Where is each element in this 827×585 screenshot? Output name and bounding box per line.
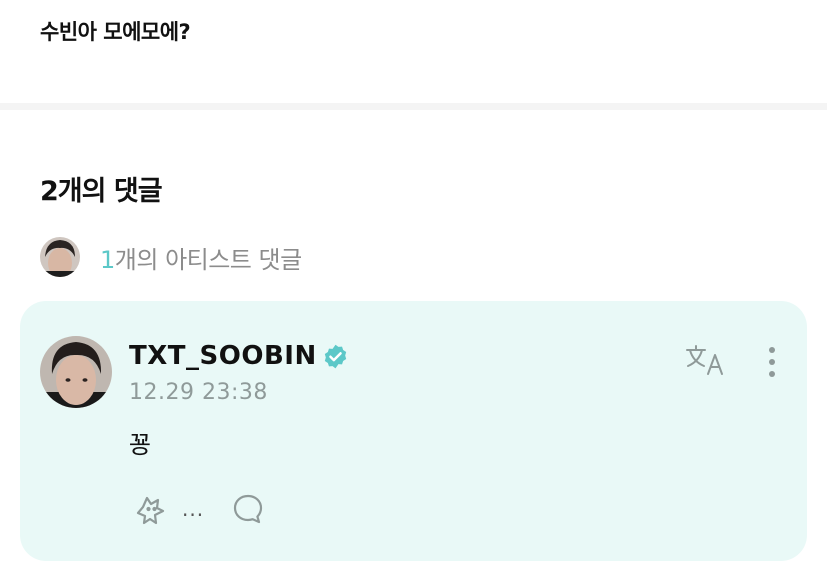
artist-mini-avatar [40,237,80,277]
comment-body: 꾱 [129,431,152,459]
artist-comment-card: TXT_SOOBIN 12.29 23:38 꾱 ... [20,301,807,561]
commenter-username: TXT_SOOBIN [129,341,317,371]
section-divider [0,103,827,110]
reply-icon[interactable] [231,492,265,526]
reaction-count-placeholder: ... [182,497,205,521]
reaction-icon[interactable] [134,492,168,526]
artist-comment-suffix: 개의 아티스트 댓글 [114,245,302,274]
translate-icon[interactable] [684,343,728,379]
artist-comment-label: 1개의 아티스트 댓글 [100,240,302,275]
more-icon[interactable] [760,345,784,381]
comment-count-heading: 2개의 댓글 [40,176,163,207]
artist-comment-number: 1 [100,245,115,274]
commenter-name-row[interactable]: TXT_SOOBIN [129,341,349,371]
verified-icon [322,343,349,370]
commenter-avatar[interactable] [40,336,112,408]
artist-comment-filter[interactable]: 1개의 아티스트 댓글 [40,237,302,277]
post-text: 수빈아 모에모에? [40,20,191,44]
comment-timestamp: 12.29 23:38 [129,380,268,405]
